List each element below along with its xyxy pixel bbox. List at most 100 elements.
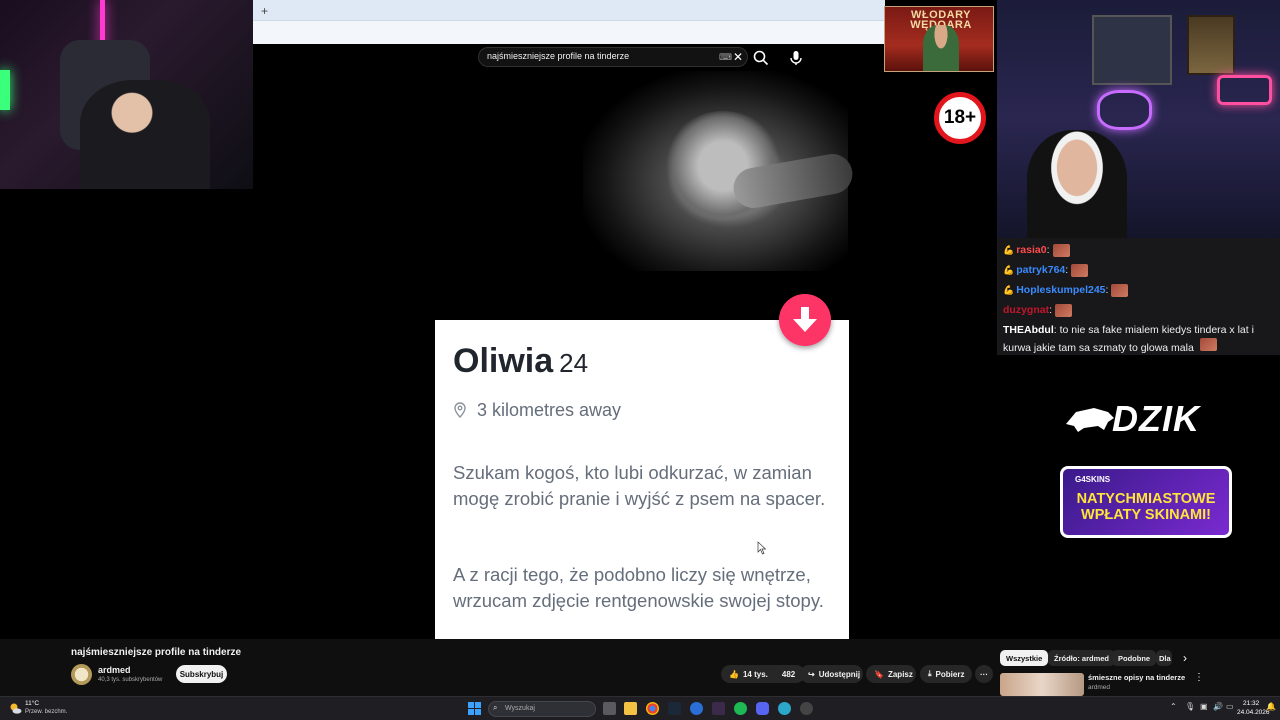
flex-badge-icon: 💪 — [1003, 245, 1015, 255]
adobe-icon[interactable] — [712, 702, 725, 715]
boar-icon — [1066, 408, 1114, 432]
youtube-video-info: najśmieszniejsze profile na tinderze ard… — [0, 639, 1280, 696]
chip-source[interactable]: Źródło: ardmed — [1048, 650, 1116, 666]
recommended-channel[interactable]: ardmed — [1088, 684, 1110, 691]
clock-date[interactable]: 24.04.2026 — [1237, 709, 1270, 716]
video-title: najśmieszniejsze profile na tinderze — [71, 647, 242, 658]
chip-all[interactable]: Wszystkie — [1000, 650, 1049, 666]
network-icon[interactable]: ▣ — [1200, 702, 1208, 711]
chevron-right-icon[interactable]: › — [1183, 651, 1187, 665]
browser-icon[interactable] — [778, 702, 791, 715]
chat-emote-icon — [1055, 303, 1073, 317]
weather-description[interactable]: Przew. bezchm. — [25, 709, 67, 715]
like-button[interactable]: 👍 14 tys. 482 — [721, 665, 805, 683]
taskbar-search-placeholder: Wyszukaj — [505, 705, 535, 712]
chevron-up-icon[interactable]: ⌃ — [1170, 702, 1177, 711]
chat-message: 💪 patryk764: — [1003, 260, 1274, 280]
streamer — [80, 80, 210, 189]
more-actions-button[interactable]: ··· — [975, 665, 993, 683]
battery-icon[interactable]: ▭ — [1226, 702, 1234, 711]
dislike-count[interactable]: 482 — [782, 670, 795, 679]
chat-username[interactable]: rasia0 — [1016, 240, 1046, 260]
foot-xray-image — [583, 71, 856, 271]
keyboard-icon[interactable]: ⌨ — [719, 52, 732, 63]
share-button[interactable]: ↪ Udostępnij — [800, 665, 863, 683]
flex-badge-icon: 💪 — [1003, 285, 1015, 295]
search-icon[interactable] — [752, 49, 770, 67]
chat-message: 💪 rasia0: — [1003, 240, 1274, 260]
weather-temperature[interactable]: 11°C — [25, 700, 39, 707]
arrow-down-icon[interactable] — [779, 294, 831, 346]
neon-sign — [1217, 75, 1272, 105]
chip-similar[interactable]: Podobne — [1112, 650, 1157, 666]
chat-emote-icon — [1199, 338, 1217, 351]
subscriber-count: 40,3 tys. subskrybentów — [98, 677, 163, 683]
promo-headline: NATYCHMIASTOWE — [1076, 491, 1216, 507]
chat-username[interactable]: THEAbdul — [1003, 324, 1054, 336]
promo-headline: WPŁATY SKINAMI! — [1081, 507, 1211, 523]
profile-name-row: Oliwia 24 — [453, 342, 588, 381]
channel-avatar[interactable] — [71, 664, 92, 685]
address-bar[interactable] — [253, 20, 885, 44]
notification-icon[interactable]: 🔔 — [1266, 702, 1276, 711]
taskbar-search[interactable]: ⌕ Wyszukaj — [488, 701, 596, 717]
chat-username[interactable]: patryk764 — [1016, 260, 1065, 280]
save-label: Zapisz — [887, 669, 913, 679]
microphone-icon[interactable] — [788, 49, 804, 67]
recommended-thumbnail[interactable] — [1000, 673, 1084, 696]
download-label: Pobierz — [935, 669, 965, 679]
age-restriction-badge: 18+ — [934, 92, 986, 144]
volume-icon[interactable]: 🔊 — [1213, 702, 1223, 711]
file-explorer-icon[interactable] — [624, 702, 637, 715]
download-icon: ⤓ — [928, 669, 932, 678]
profile-bio-paragraph: A z racji tego, że podobno liczy się wnę… — [453, 564, 824, 611]
chat-emote-icon — [1111, 283, 1129, 297]
windows-start-icon[interactable] — [468, 702, 481, 715]
search-input[interactable]: najśmieszniejsze profile na tinderze — [487, 51, 629, 61]
weather-sun-icon[interactable] — [8, 701, 22, 715]
stream-chat: 💪 rasia0: 💪 patryk764: 💪 Hopleskumpel245… — [997, 238, 1280, 355]
chat-message: THEAbdul: to nie sa fake mialem kiedys t… — [1003, 324, 1254, 354]
tinder-profile-card: Oliwia 24 3 kilometres away Szukam kogoś,… — [435, 320, 849, 639]
download-button[interactable]: ⤓ Pobierz — [920, 665, 972, 683]
chip-for-you[interactable]: Dla — [1156, 650, 1172, 666]
kebab-menu-icon[interactable]: ⋮ — [1194, 672, 1204, 683]
chat-message: 💪 Hopleskumpel245: — [1003, 280, 1274, 300]
profile-distance: 3 kilometres away — [477, 400, 622, 420]
chat-message: duzygnat: — [1003, 300, 1274, 320]
chat-username[interactable]: duzygnat — [1003, 300, 1049, 320]
youtube-search-box[interactable]: najśmieszniejsze profile na tinderze ⌨ ✕ — [478, 47, 748, 67]
dzik-wordmark: DZIK — [1112, 398, 1200, 439]
thumbs-up-icon: 👍 — [729, 669, 739, 679]
task-view-icon[interactable] — [603, 702, 616, 715]
profile-age: 24 — [559, 348, 589, 378]
browser-tab-bar: + — [253, 0, 885, 44]
subscribe-button[interactable]: Subskrybuj — [176, 665, 227, 683]
discord-icon[interactable] — [756, 702, 769, 715]
edge-icon[interactable] — [690, 702, 703, 715]
mouse-cursor-icon — [757, 541, 767, 555]
channel-name[interactable]: ardmed — [98, 665, 131, 675]
chrome-icon[interactable] — [646, 702, 659, 715]
share-icon: ↪ — [808, 669, 815, 679]
obs-icon[interactable] — [800, 702, 813, 715]
channel-banner: WŁODARY WĘDOARA — [884, 6, 994, 72]
promo-brand: G4SKINS — [1075, 475, 1111, 484]
windows-taskbar: 11°C Przew. bezchm. ⌕ Wyszukaj ⌃ 🎙 ▣ 🔊 ▭… — [0, 696, 1280, 720]
banner-figure — [923, 25, 959, 71]
chat-username[interactable]: Hopleskumpel245 — [1016, 280, 1105, 300]
save-button[interactable]: 🔖 Zapisz — [866, 665, 916, 683]
mic-tray-icon[interactable]: 🎙 — [1185, 702, 1195, 711]
new-tab-button[interactable]: + — [261, 4, 268, 18]
spotify-icon[interactable] — [734, 702, 747, 715]
g4skins-promo-banner: G4SKINS NATYCHMIASTOWE WPŁATY SKINAMI! — [1060, 466, 1232, 538]
steam-icon[interactable] — [668, 702, 681, 715]
location-pin-icon — [454, 402, 466, 418]
chat-emote-icon — [1052, 243, 1070, 257]
record-shelf — [1092, 15, 1172, 85]
clear-icon[interactable]: ✕ — [733, 50, 743, 64]
clock-time[interactable]: 21:32 — [1243, 700, 1259, 707]
recommended-title[interactable]: śmieszne opisy na tinderze — [1088, 673, 1185, 682]
share-label: Udostępnij — [818, 669, 861, 679]
neon-sign — [1097, 90, 1152, 130]
